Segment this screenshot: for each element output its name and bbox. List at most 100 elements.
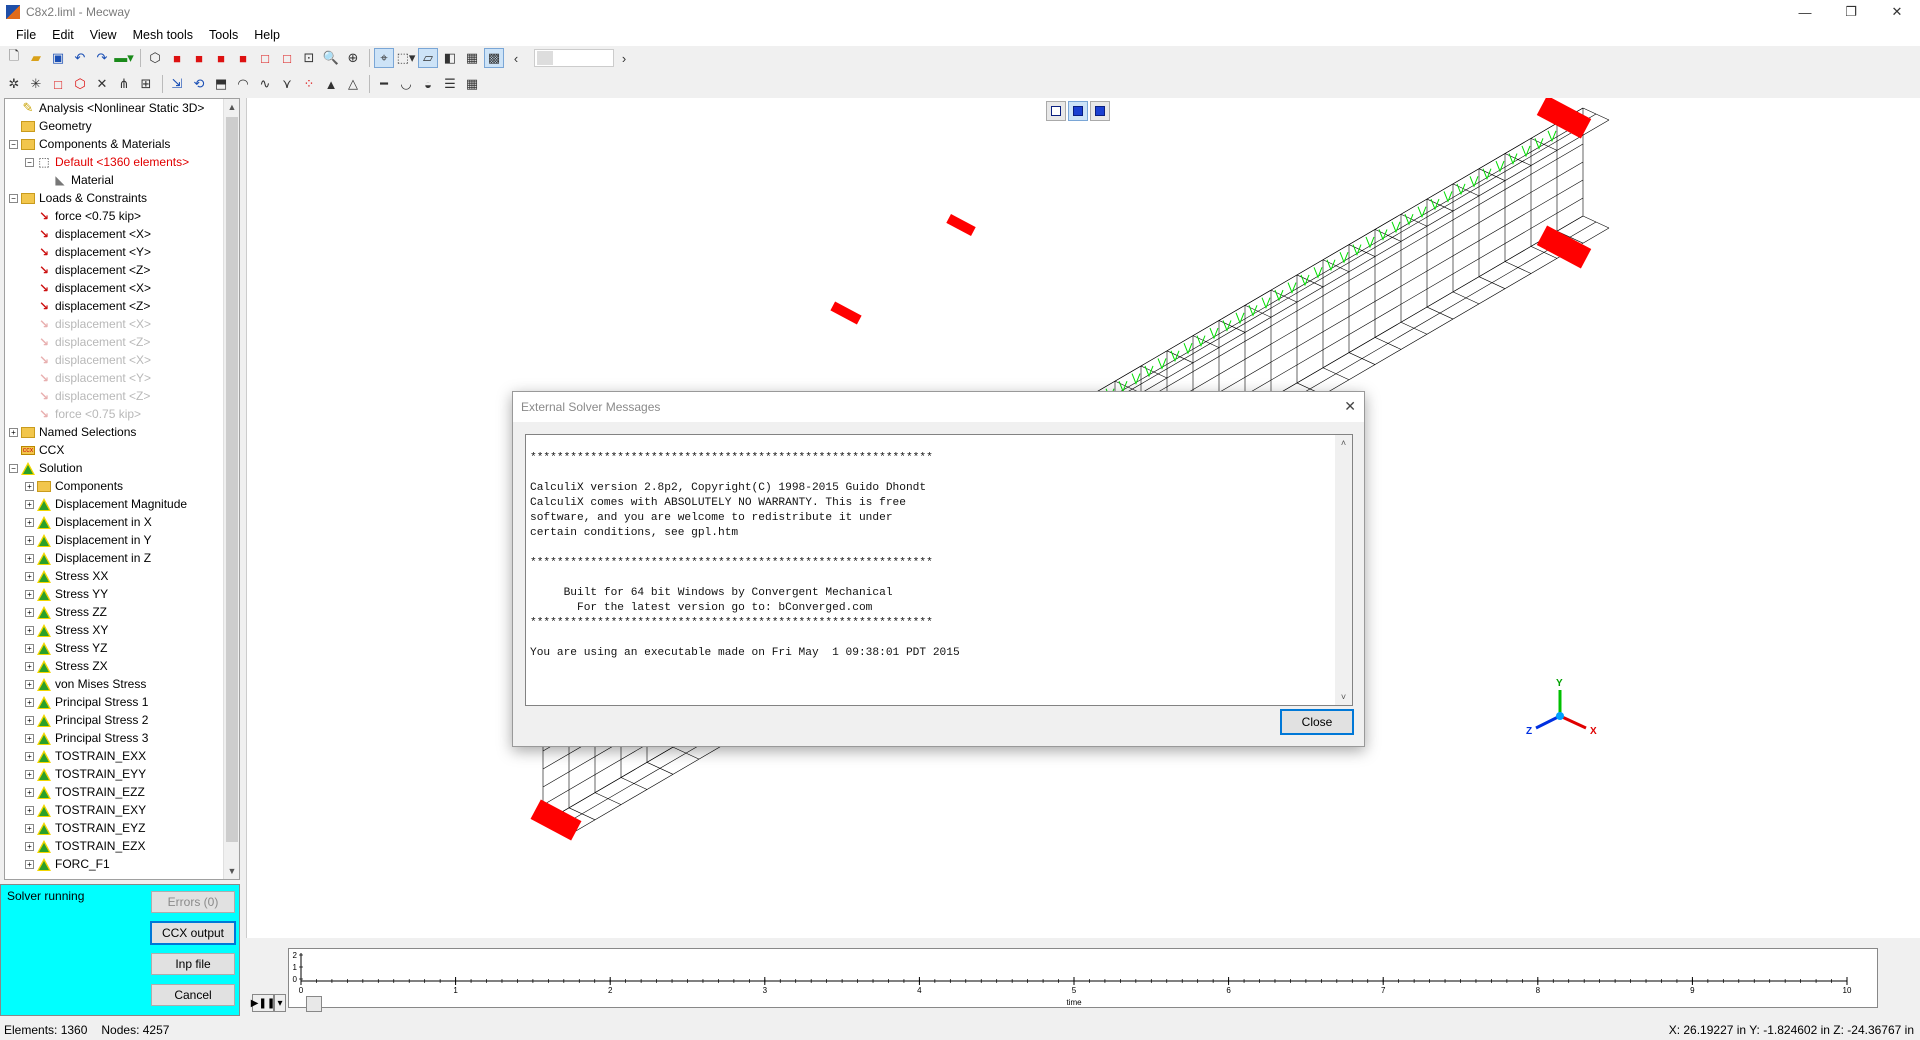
expand-icon[interactable]: + — [25, 679, 34, 689]
scroll-up-icon[interactable]: ▲ — [224, 99, 239, 115]
expand-icon[interactable]: + — [25, 751, 34, 761]
close-button[interactable]: ✕ — [1874, 0, 1920, 24]
scroll-up-icon[interactable]: ˄ — [1335, 435, 1352, 451]
shaded-icon[interactable]: ▩ — [484, 48, 504, 68]
arrow-right-icon[interactable]: › — [614, 48, 634, 68]
expand-icon[interactable]: + — [25, 805, 34, 815]
play-pause-button[interactable]: ▶❚❚ — [251, 994, 275, 1012]
box-bottom-icon[interactable]: □ — [277, 48, 297, 68]
grid-icon[interactable]: ▦ — [462, 74, 482, 94]
select-mode-icon[interactable]: ⬚▾ — [396, 48, 416, 68]
tree-item[interactable]: ◣ Material — [5, 171, 225, 189]
play-dropdown-button[interactable]: ▾ — [274, 994, 286, 1012]
expand-icon[interactable]: + — [25, 607, 34, 617]
expand-icon[interactable]: + — [25, 517, 34, 527]
fit-icon[interactable]: ⊕ — [343, 48, 363, 68]
cancel-button[interactable]: Cancel — [151, 984, 235, 1006]
tree-item[interactable]: Geometry — [5, 117, 225, 135]
redo-icon[interactable]: ↷ — [92, 48, 112, 68]
restore-button[interactable]: ❐ — [1828, 0, 1874, 24]
tree-item[interactable]: ↘ displacement <Z> — [5, 297, 225, 315]
node-icon[interactable]: ✲ — [4, 74, 24, 94]
slider-thumb[interactable] — [537, 51, 553, 65]
select-icon[interactable]: ⌖ — [374, 48, 394, 68]
tree-item[interactable]: + Displacement Magnitude — [5, 495, 225, 513]
triangle-icon[interactable]: ▲ — [321, 74, 341, 94]
expand-icon[interactable]: + — [25, 697, 34, 707]
tree-item[interactable]: + TOSTRAIN_EZX — [5, 837, 225, 855]
tree-item[interactable]: ↘ displacement <Z> — [5, 387, 225, 405]
tree-item[interactable]: − ⬚ Default <1360 elements> — [5, 153, 225, 171]
expand-icon[interactable]: + — [25, 715, 34, 725]
dialog-close-icon[interactable]: ✕ — [1344, 398, 1356, 415]
refine-icon[interactable]: ⋎ — [277, 74, 297, 94]
minimize-button[interactable]: — — [1782, 0, 1828, 24]
tree-item[interactable]: + TOSTRAIN_EZZ — [5, 783, 225, 801]
expand-icon[interactable]: + — [9, 427, 18, 437]
rotate-icon[interactable]: ⟲ — [189, 74, 209, 94]
errors-button[interactable]: Errors (0) — [151, 891, 235, 913]
node-select-icon[interactable]: ✳ — [26, 74, 46, 94]
menu-mesh-tools[interactable]: Mesh tools — [125, 28, 201, 42]
collapse-icon[interactable]: − — [9, 463, 18, 473]
menu-help[interactable]: Help — [246, 28, 288, 42]
ccx-output-button[interactable]: CCX output — [150, 921, 236, 945]
element3d-icon[interactable]: ⬡ — [70, 74, 90, 94]
tree-item[interactable]: + FORC_F1 — [5, 855, 225, 873]
shell-icon[interactable]: ◒ — [418, 74, 438, 94]
tree-item[interactable]: + Stress XY — [5, 621, 225, 639]
tree-item[interactable]: ↘ displacement <X> — [5, 279, 225, 297]
tree-item[interactable]: ↘ displacement <X> — [5, 225, 225, 243]
scroll-down-icon[interactable]: ˅ — [1335, 689, 1352, 705]
tree-item[interactable]: ↘ displacement <X> — [5, 315, 225, 333]
tree-item[interactable]: − Solution — [5, 459, 225, 477]
wireframe-icon[interactable]: ▦ — [462, 48, 482, 68]
new-icon[interactable]: 🗋 — [4, 48, 24, 68]
tree-item[interactable]: ↘ displacement <Z> — [5, 333, 225, 351]
expand-icon[interactable]: + — [25, 787, 34, 797]
tree-item[interactable]: ccx CCX — [5, 441, 225, 459]
solid-icon[interactable]: ◧ — [440, 48, 460, 68]
expand-icon[interactable]: + — [25, 499, 34, 509]
expand-icon[interactable]: + — [25, 643, 34, 653]
tree-item[interactable]: ↘ displacement <Y> — [5, 369, 225, 387]
tree-item[interactable]: + Stress YZ — [5, 639, 225, 657]
tree-item[interactable]: + TOSTRAIN_EXX — [5, 747, 225, 765]
box-right-icon[interactable]: ■ — [233, 48, 253, 68]
expand-icon[interactable]: + — [25, 625, 34, 635]
expand-icon[interactable]: + — [25, 481, 34, 491]
menu-edit[interactable]: Edit — [44, 28, 82, 42]
surface-icon[interactable]: ▱ — [418, 48, 438, 68]
view-solid-button[interactable] — [1090, 101, 1110, 121]
revolve-icon[interactable]: ◠ — [233, 74, 253, 94]
tree-item[interactable]: + Components — [5, 477, 225, 495]
expand-icon[interactable]: + — [25, 769, 34, 779]
tree-item[interactable]: + Stress ZX — [5, 657, 225, 675]
element-icon[interactable]: □ — [48, 74, 68, 94]
box-left-icon[interactable]: ■ — [211, 48, 231, 68]
zoom-icon[interactable]: 🔍 — [321, 48, 341, 68]
tree-item[interactable]: + Principal Stress 3 — [5, 729, 225, 747]
expand-icon[interactable]: + — [25, 661, 34, 671]
collapse-icon[interactable]: − — [25, 157, 34, 167]
arrow-left-icon[interactable]: ‹ — [506, 48, 526, 68]
messages-scrollbar[interactable]: ˄ ˅ — [1335, 435, 1352, 705]
translate-icon[interactable]: ⇲ — [167, 74, 187, 94]
tree-item[interactable]: + Principal Stress 2 — [5, 711, 225, 729]
tree-item[interactable]: ✎ Analysis <Nonlinear Static 3D> — [5, 99, 225, 117]
open-icon[interactable]: ▰ — [26, 48, 46, 68]
sweep-icon[interactable]: ∿ — [255, 74, 275, 94]
expand-icon[interactable]: + — [25, 535, 34, 545]
tree-item[interactable]: + Stress ZZ — [5, 603, 225, 621]
layer-icon[interactable]: ☰ — [440, 74, 460, 94]
tree-item[interactable]: + Named Selections — [5, 423, 225, 441]
extrude-icon[interactable]: ⬒ — [211, 74, 231, 94]
merge-icon[interactable]: ⊞ — [136, 74, 156, 94]
scroll-down-icon[interactable]: ▼ — [224, 863, 239, 879]
dialog-close-button[interactable]: Close — [1280, 709, 1354, 735]
beam-icon[interactable]: ━ — [374, 74, 394, 94]
tree-item[interactable]: + Displacement in Z — [5, 549, 225, 567]
view-mixed-button[interactable] — [1068, 101, 1088, 121]
timeline-plot[interactable]: 0 1 2 3 4 5 6 7 8 9 10 2 1 0 time — [288, 948, 1878, 1008]
toolbar-slider[interactable] — [534, 49, 614, 67]
